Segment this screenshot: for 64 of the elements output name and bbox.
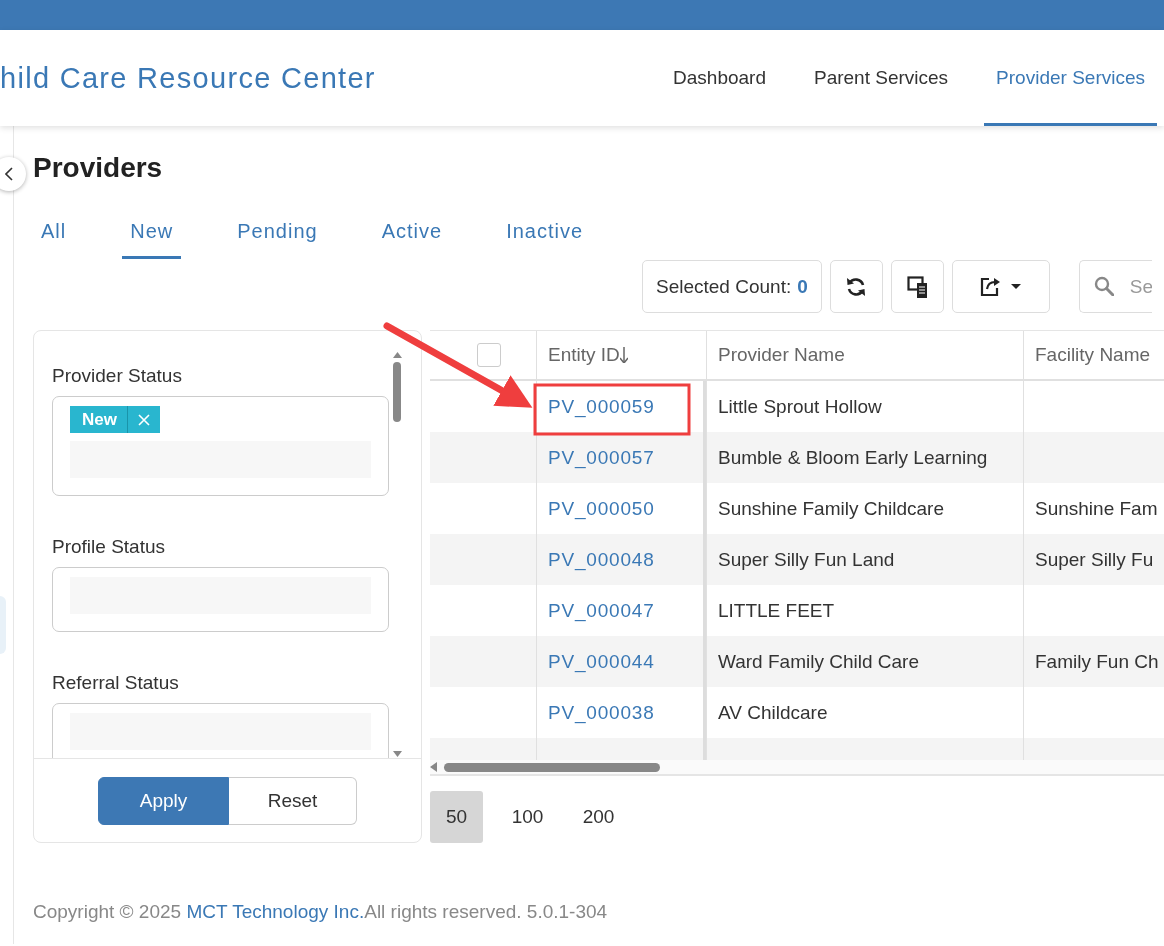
page-size-option[interactable]: 100: [501, 791, 554, 843]
search-field[interactable]: Se: [1078, 260, 1152, 313]
field-label: Profile Status: [52, 535, 166, 559]
nav-link[interactable]: Provider Services: [984, 30, 1157, 126]
table-cell: Sunshine Family Childcare: [718, 497, 944, 520]
field-label: Referral Status: [52, 671, 180, 695]
tab[interactable]: All: [33, 219, 75, 259]
entity-id-link[interactable]: PV_000057: [548, 446, 655, 469]
table-cell: Super Silly Fu: [1035, 548, 1154, 571]
tab[interactable]: Active: [373, 219, 451, 259]
close-icon: [137, 413, 150, 426]
table-cell: Little Sprout Hollow: [718, 395, 882, 418]
nav-link[interactable]: Dashboard: [661, 30, 778, 126]
table-cell: Sunshine Fam: [1035, 497, 1158, 520]
entity-id-link[interactable]: PV_000044: [548, 650, 655, 673]
chip-label: New: [70, 406, 128, 433]
apply-button[interactable]: Apply: [98, 776, 229, 825]
page-title: Providers: [33, 151, 164, 185]
count-value: 0: [797, 275, 808, 298]
nav-link[interactable]: Parent Services: [802, 30, 961, 126]
select-all-checkbox[interactable]: [476, 343, 501, 367]
count-label: Selected Count:: [656, 275, 792, 298]
refresh-icon: [846, 276, 867, 297]
search-icon: [1093, 276, 1114, 296]
page-size-option[interactable]: 50: [430, 791, 483, 843]
columns-icon: [906, 275, 928, 298]
table-cell: Family Fun Ch: [1035, 650, 1159, 673]
table-cell: Ward Family Child Care: [718, 650, 919, 673]
tab[interactable]: Inactive: [498, 219, 592, 259]
table-cell: AV Childcare: [718, 701, 828, 724]
copyright-text: Copyright © 2025 MCT Technology Inc.All rights reserved. 5.0.1-304: [33, 901, 609, 923]
collapse-button[interactable]: [0, 157, 26, 191]
scrollbar-thumb[interactable]: [444, 762, 660, 772]
tab[interactable]: New: [122, 219, 182, 259]
multi-select-field[interactable]: [52, 567, 389, 632]
column-header[interactable]: Entity ID: [548, 344, 620, 366]
entity-id-link[interactable]: PV_000048: [548, 548, 655, 571]
entity-id-link[interactable]: PV_000047: [548, 599, 655, 622]
table-cell: Bumble & Bloom Early Learning: [718, 446, 988, 469]
tab[interactable]: Pending: [229, 219, 326, 259]
scroll-left-icon: [430, 762, 437, 772]
entity-id-link[interactable]: PV_000038: [548, 701, 655, 724]
table-cell: LITTLE FEET: [718, 599, 835, 622]
multi-select-field[interactable]: [52, 703, 389, 758]
scroll-up-icon: [392, 351, 402, 358]
export-icon: [980, 276, 1002, 297]
table-cell: Super Silly Fun Land: [718, 548, 895, 571]
columns-button[interactable]: [890, 260, 944, 313]
scrollbar-thumb[interactable]: [393, 362, 401, 422]
chevron-left-icon: [4, 167, 14, 181]
column-header[interactable]: Provider Name: [718, 344, 845, 366]
company-link[interactable]: MCT Technology Inc.: [186, 901, 365, 922]
page-size-option[interactable]: 200: [572, 791, 625, 843]
scroll-down-icon: [392, 751, 402, 758]
field-label: Provider Status: [52, 364, 183, 388]
refresh-button[interactable]: [829, 260, 883, 313]
app-title: hild Care Resource Center: [0, 61, 376, 95]
entity-id-link[interactable]: PV_000050: [548, 497, 655, 520]
multi-select-field[interactable]: New: [52, 396, 389, 496]
export-button[interactable]: [951, 260, 1050, 313]
column-header[interactable]: Facility Name: [1035, 344, 1151, 366]
reset-button[interactable]: Reset: [229, 776, 357, 825]
entity-id-link[interactable]: PV_000059: [548, 395, 655, 418]
caret-icon: [1011, 284, 1022, 289]
